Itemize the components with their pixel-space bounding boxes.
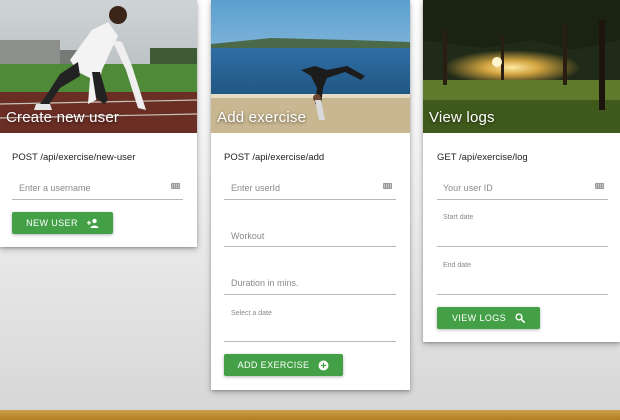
workout-input-underline	[224, 246, 396, 247]
new-user-button[interactable]: NEW USER	[12, 212, 113, 234]
person-add-icon	[86, 218, 99, 228]
duration-input[interactable]: Duration in mins.	[231, 278, 299, 288]
new-user-card: Create new user POST /api/exercise/new-u…	[0, 0, 197, 247]
add-exercise-button[interactable]: ADD EXERCISE	[224, 354, 343, 376]
new-user-endpoint: POST /api/exercise/new-user	[12, 152, 136, 163]
add-exercise-button-label: ADD EXERCISE	[237, 360, 310, 370]
keyboard-icon	[383, 183, 392, 189]
end-date-label: End date	[443, 262, 472, 269]
new-user-button-label: NEW USER	[26, 218, 78, 228]
add-exercise-card-title: Add exercise	[217, 109, 307, 126]
start-date-underline[interactable]	[437, 246, 608, 247]
start-date-label: Start date	[443, 214, 474, 221]
keyboard-icon	[595, 183, 604, 189]
beach-hero-image: Add exercise	[211, 0, 410, 133]
view-logs-button-label: VIEW LOGS	[451, 313, 507, 323]
userid-input-underline	[224, 199, 396, 200]
username-input[interactable]: Enter a username	[19, 183, 91, 193]
bottom-accent-bar	[0, 410, 620, 420]
park-hero-image: View logs	[423, 0, 620, 133]
view-logs-card: View logs GET /api/exercise/log Your use…	[423, 0, 620, 342]
view-logs-endpoint: GET /api/exercise/log	[437, 152, 528, 163]
userid-input[interactable]: Enter userId	[231, 183, 280, 193]
sprinter-hero-image: Create new user	[0, 0, 197, 133]
end-date-underline[interactable]	[437, 294, 608, 295]
search-icon	[515, 313, 526, 323]
user-id-input[interactable]: Your user ID	[443, 183, 493, 193]
add-exercise-endpoint: POST /api/exercise/add	[224, 152, 325, 163]
date-picker-underline[interactable]	[224, 341, 396, 342]
user-id-input-underline	[437, 199, 608, 200]
view-logs-button[interactable]: VIEW LOGS	[437, 307, 540, 329]
keyboard-icon	[171, 183, 180, 189]
date-picker-label: Select a date	[231, 310, 272, 317]
view-logs-card-title: View logs	[429, 109, 495, 126]
add-exercise-card: Add exercise POST /api/exercise/add Ente…	[211, 0, 410, 390]
new-user-card-title: Create new user	[6, 109, 120, 126]
add-circle-icon	[318, 360, 329, 370]
username-input-underline	[12, 199, 183, 200]
workout-input[interactable]: Workout	[231, 231, 264, 241]
duration-input-underline	[224, 294, 396, 295]
